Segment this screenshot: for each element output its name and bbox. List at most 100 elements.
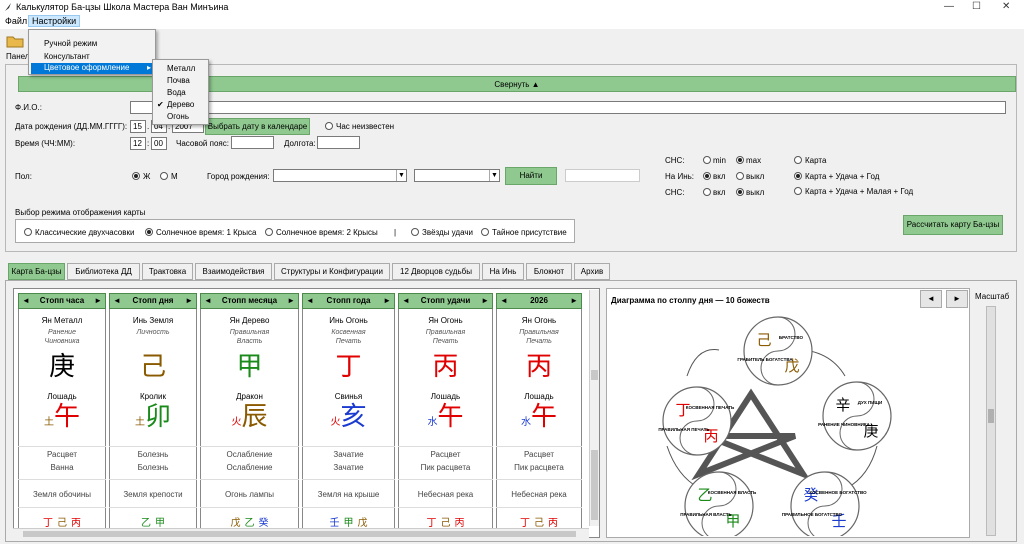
chs1-label: СНС:	[665, 156, 685, 165]
tab-chart[interactable]: Карта Ба-цзы	[8, 263, 65, 280]
tab-interactions[interactable]: Взаимодействия	[195, 263, 272, 280]
mode-radio-3[interactable]	[265, 228, 273, 236]
chevron-left-icon[interactable]: ◄	[113, 294, 121, 308]
hidden-stems: 壬甲戊	[302, 514, 395, 529]
chs1-max-radio[interactable]	[736, 156, 744, 164]
heavenly-stem: 丙	[525, 352, 552, 382]
hidden-stems: 乙甲	[109, 514, 197, 529]
color-item-metal[interactable]: Металл	[167, 64, 195, 73]
divider	[18, 479, 106, 480]
h-scroll-thumb[interactable]	[23, 531, 576, 537]
nayin-name: Небесная река	[511, 490, 567, 499]
calculate-button[interactable]: Рассчитать карту Ба-цзы	[903, 215, 1003, 235]
element-glyph: 火	[330, 417, 341, 428]
tab-notebook[interactable]: Блокнот	[526, 263, 572, 280]
sex-radio-2[interactable]	[160, 172, 168, 180]
chevron-left-icon[interactable]: ◄	[402, 294, 410, 308]
menu-settings[interactable]: Настройки	[28, 15, 81, 27]
chevron-right-icon[interactable]: ►	[185, 294, 193, 308]
chevron-right-icon[interactable]: ►	[287, 294, 295, 308]
time-unknown-radio[interactable]	[325, 122, 333, 130]
maximize-icon[interactable]: ☐	[972, 1, 981, 12]
folder-icon[interactable]	[6, 34, 24, 48]
tab-palaces[interactable]: 12 Дворцов судьбы	[392, 263, 480, 280]
card-radio-3[interactable]	[794, 187, 802, 195]
life-stage-1: Зачатие	[333, 450, 364, 459]
card-radio-1[interactable]	[794, 156, 802, 164]
horizontal-scrollbar[interactable]	[13, 528, 589, 538]
tab-library[interactable]: Библиотека ДД	[67, 263, 140, 280]
tab-interpretation[interactable]: Трактовка	[142, 263, 193, 280]
animal-name: Кролик	[139, 392, 167, 401]
tz-input[interactable]	[231, 136, 274, 149]
diagram-title: Диаграмма по столпу дня — 10 божеств	[611, 296, 770, 305]
mode-radio-1[interactable]	[24, 228, 32, 236]
chevron-right-icon[interactable]: ►	[570, 294, 578, 308]
ten-gods-diagram: 己戊БРАТСТВОГРАБИТЕЛЬ БОГАТСТВА辛庚ДУХ ПИЩИР…	[658, 316, 892, 536]
card-radio-2[interactable]	[794, 172, 802, 180]
chs1-min-radio[interactable]	[703, 156, 711, 164]
scale-slider-thumb[interactable]	[988, 409, 994, 423]
tab-structures[interactable]: Структуры и Конфигурации	[274, 263, 390, 280]
ten-god-line1: Косвенная	[331, 329, 366, 336]
ten-gods-node: 辛庚ДУХ ПИЩИРАНЕНИЕ ЧИНОВНИКА	[818, 381, 892, 451]
node-label-2: ПРАВИЛЬНАЯ ВЛАСТЬ	[680, 512, 732, 517]
color-item-soil[interactable]: Почва	[167, 76, 190, 85]
node-label-1: БРАТСТВО	[779, 335, 804, 340]
life-stage-1: Расцвет	[430, 450, 461, 459]
mode-radio-2[interactable]	[145, 228, 153, 236]
mode-radio-5[interactable]	[481, 228, 489, 236]
color-item-wood[interactable]: Дерево	[167, 100, 194, 109]
find-button[interactable]: Найти	[505, 167, 557, 185]
ten-god-line1: Личность	[136, 329, 170, 336]
tab-nayin[interactable]: На Инь	[482, 263, 524, 280]
app-feather-icon	[5, 3, 11, 11]
life-stage-1: Ослабление	[226, 450, 273, 459]
scroll-thumb-lower[interactable]	[591, 450, 598, 520]
nayin-off-radio[interactable]	[736, 172, 744, 180]
fio-input[interactable]	[130, 101, 1006, 114]
close-icon[interactable]: ✕	[1002, 1, 1010, 12]
chevron-left-icon[interactable]: ◄	[204, 294, 212, 308]
color-item-water[interactable]: Вода	[167, 88, 186, 97]
node-label-2: ПРАВИЛЬНАЯ ПЕЧАТЬ	[658, 427, 710, 432]
menu-item-consultant[interactable]: Консультант	[44, 52, 90, 61]
vertical-scrollbar[interactable]	[589, 290, 599, 526]
minute-input[interactable]: 00	[151, 137, 167, 150]
divider	[200, 446, 299, 447]
nayin-name: Земля обочины	[32, 490, 92, 499]
minimize-icon[interactable]: —	[944, 1, 954, 12]
chevron-right-icon[interactable]: ►	[383, 294, 391, 308]
chevron-right-icon[interactable]: ►	[94, 294, 102, 308]
sex-radio-1[interactable]	[132, 172, 140, 180]
node-label-2: ГРАБИТЕЛЬ БОГАТСТВА	[737, 357, 793, 362]
chs2-off-radio[interactable]	[736, 188, 744, 196]
city-combo-2[interactable]: ▼	[414, 169, 500, 182]
nayin-label: На Инь:	[665, 172, 695, 181]
chevron-left-icon[interactable]: ◄	[500, 294, 508, 308]
tab-archive[interactable]: Архив	[574, 263, 610, 280]
birth-label: Дата рождения (ДД.ММ.ГГГГ):	[15, 122, 128, 131]
chevron-left-icon[interactable]: ◄	[22, 294, 30, 308]
mode-radio-4[interactable]	[411, 228, 419, 236]
calendar-button[interactable]: Выбрать дату в календаре	[205, 118, 310, 135]
lon-input[interactable]	[317, 136, 360, 149]
chs2-on-radio[interactable]	[703, 188, 711, 196]
day-input[interactable]: 15	[130, 120, 146, 133]
ten-gods-node: 己戊БРАТСТВОГРАБИТЕЛЬ БОГАТСТВА	[737, 316, 813, 386]
scroll-thumb[interactable]	[591, 370, 598, 380]
menu-item-manual[interactable]: Ручной режим	[44, 39, 97, 48]
nayin-on-radio[interactable]	[703, 172, 711, 180]
chevron-right-icon[interactable]: ►	[481, 294, 489, 308]
hidden-stems: 戊乙癸	[200, 514, 299, 529]
pillar-title: Стопп месяца	[221, 296, 278, 305]
menu-file[interactable]: Файл	[2, 16, 30, 26]
menu-item-color-theme[interactable]: Цветовое оформление ▸	[31, 63, 155, 74]
scale-slider[interactable]	[986, 306, 996, 536]
divider	[18, 446, 106, 447]
hour-input[interactable]: 12	[130, 137, 146, 150]
color-item-fire[interactable]: Огонь	[167, 112, 189, 121]
city-combo[interactable]: ▼	[273, 169, 407, 182]
divider	[496, 479, 582, 480]
chevron-left-icon[interactable]: ◄	[306, 294, 314, 308]
